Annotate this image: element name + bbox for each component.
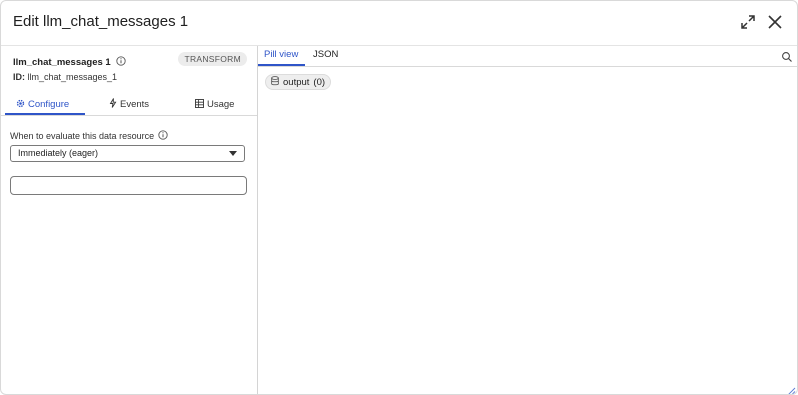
view-tabs: Pill view JSON bbox=[258, 46, 797, 67]
gear-icon bbox=[16, 99, 25, 111]
tab-configure-label: Configure bbox=[28, 99, 70, 110]
tab-events-label: Events bbox=[120, 99, 150, 110]
table-icon bbox=[195, 98, 204, 111]
dialog-title: Edit llm_chat_messages 1 bbox=[13, 13, 189, 30]
eval-mode-value: Immediately (eager) bbox=[18, 148, 99, 158]
tab-usage[interactable]: Usage bbox=[195, 95, 234, 114]
tab-pill-view[interactable]: Pill view bbox=[264, 49, 298, 60]
config-tabs: Configure Events Usage bbox=[1, 95, 257, 116]
resource-text-input[interactable] bbox=[10, 176, 247, 195]
resource-config-panel: llm_chat_messages 1 TRANSFORM ID: llm_ch… bbox=[1, 46, 258, 394]
tab-json[interactable]: JSON bbox=[313, 49, 338, 60]
database-icon bbox=[271, 75, 279, 89]
resource-id: ID: llm_chat_messages_1 bbox=[13, 72, 117, 82]
bolt-icon bbox=[109, 98, 117, 111]
pill-count: (0) bbox=[313, 76, 326, 88]
pill-label: output bbox=[283, 76, 310, 88]
active-view-indicator bbox=[258, 64, 305, 66]
resource-name-text: llm_chat_messages 1 bbox=[13, 57, 111, 68]
info-icon[interactable] bbox=[116, 56, 126, 69]
resource-type-badge: TRANSFORM bbox=[178, 52, 247, 66]
eval-field-label: When to evaluate this data resource bbox=[10, 130, 168, 142]
info-icon[interactable] bbox=[158, 130, 168, 142]
resource-id-value: llm_chat_messages_1 bbox=[27, 72, 118, 82]
edit-dialog: Edit llm_chat_messages 1 llm_chat_messag… bbox=[0, 0, 798, 395]
resize-handle-icon[interactable] bbox=[786, 383, 796, 394]
close-icon[interactable] bbox=[764, 11, 786, 33]
tab-configure[interactable]: Configure bbox=[16, 95, 69, 114]
resource-id-label: ID: bbox=[13, 72, 25, 82]
expand-icon[interactable] bbox=[737, 11, 759, 33]
tab-events[interactable]: Events bbox=[109, 95, 149, 114]
eval-field-label-text: When to evaluate this data resource bbox=[10, 131, 155, 141]
resource-name: llm_chat_messages 1 bbox=[13, 56, 126, 69]
tab-usage-label: Usage bbox=[207, 99, 235, 110]
output-pill[interactable]: output (0) bbox=[265, 74, 332, 90]
dialog-header: Edit llm_chat_messages 1 bbox=[1, 1, 797, 46]
search-icon[interactable] bbox=[781, 50, 793, 62]
eval-mode-select[interactable]: Immediately (eager) bbox=[10, 145, 245, 162]
caret-down-icon bbox=[229, 151, 237, 156]
active-tab-indicator bbox=[5, 113, 85, 115]
output-panel: Pill view JSON output (0) bbox=[258, 46, 797, 394]
